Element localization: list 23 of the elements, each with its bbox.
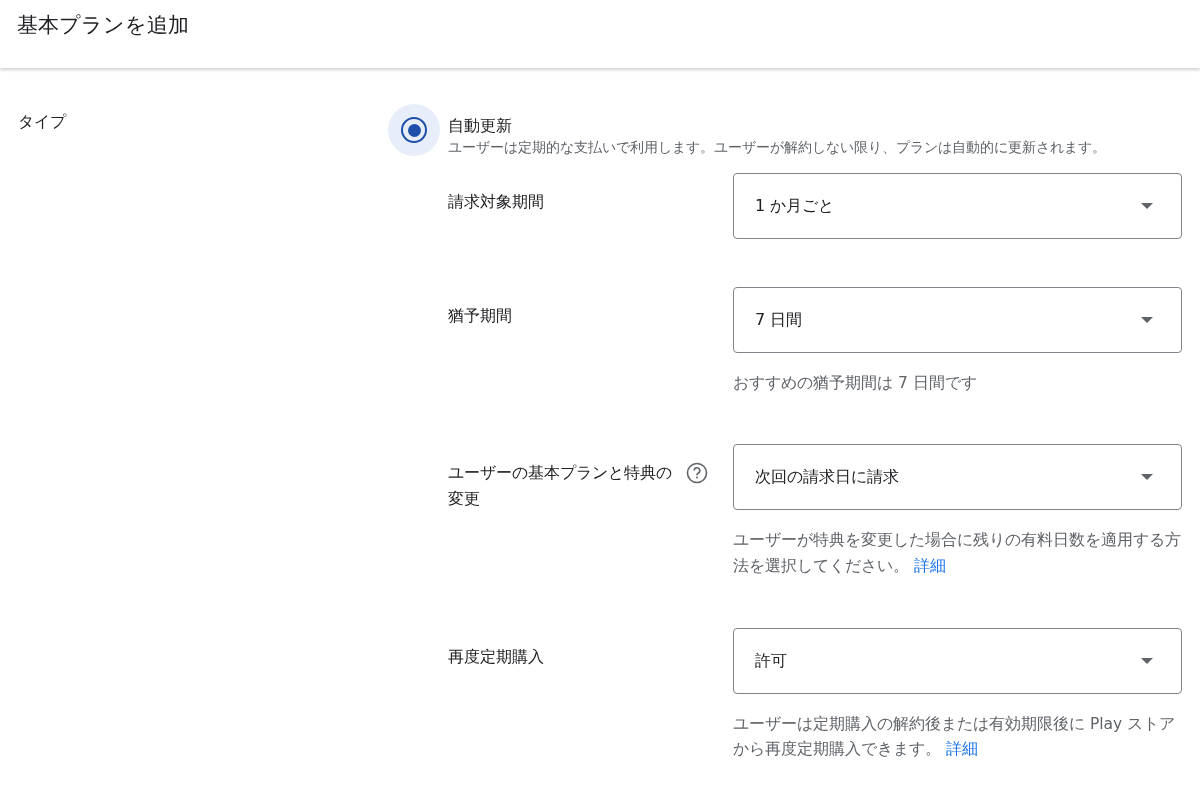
caret-icon [1141, 657, 1153, 664]
hint-text: ユーザーが特典を変更した場合に残りの有料日数を適用する方法を選択してください。 詳細 [733, 530, 1182, 577]
page-title: 基本プランを追加 [17, 13, 189, 37]
dropdown-select[interactable]: 1 か月ごと [733, 172, 1182, 239]
caret-icon [1141, 474, 1153, 481]
hint-text: おすすめの猶予期間は 7 日間です [733, 372, 978, 394]
field-label: タイプ [18, 111, 68, 133]
help-icon[interactable] [686, 462, 708, 485]
details-link[interactable]: 詳細 [913, 557, 946, 575]
hint-text: ユーザーは定期購入の解約後または有効期限後に Play ストアから再度定期購入できます。 詳細 [733, 713, 1177, 761]
field-label: 請求対象期間 [448, 190, 544, 213]
field-label: 猶予期間 [448, 304, 512, 327]
dropdown-select[interactable]: 7 日間 [733, 286, 1182, 353]
field-label: 再度定期購入 [448, 645, 544, 668]
caret-icon [1141, 316, 1153, 323]
dropdown-select[interactable]: 許可 [733, 627, 1182, 694]
caret-icon [1141, 202, 1153, 209]
radio-button[interactable] [401, 117, 427, 143]
details-link[interactable]: 詳細 [945, 740, 978, 759]
dropdown-select[interactable]: 次回の請求日に請求 [733, 444, 1182, 511]
field-label: ユーザーの基本プランと特典の変更 [448, 462, 673, 511]
option-description: ユーザーは定期的な支払いで利用します。ユーザーが解約しない限り、プランは自動的に更新されます。 [448, 138, 1106, 157]
option-title: 自動更新 [448, 115, 513, 137]
